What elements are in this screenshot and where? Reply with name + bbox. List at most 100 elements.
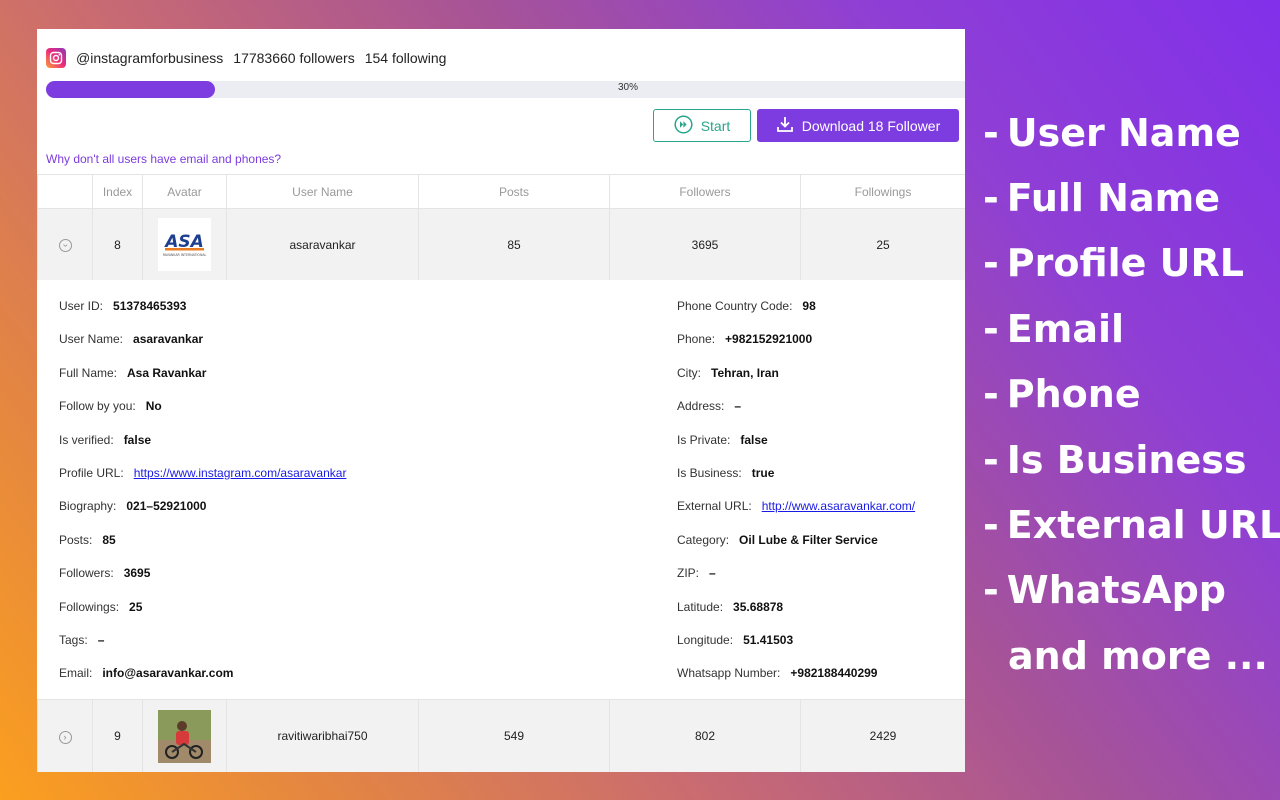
feature-text: and more ... <box>1008 633 1268 678</box>
detail-label: Followings: <box>59 599 120 614</box>
feature-item: - Is Business <box>983 427 1280 492</box>
detail-label: Latitude: <box>677 599 724 614</box>
detail-value: 98 <box>802 299 816 313</box>
detail-field: Biography: 021–52921000 <box>59 499 346 532</box>
feature-bullet: - <box>983 241 999 286</box>
feature-item: - Full Name <box>983 165 1280 230</box>
profile-bar: @instagramforbusiness 17783660 followers… <box>46 48 446 68</box>
avatar-cell: ASA RAVANKAR INTERNATIONAL <box>142 208 227 281</box>
table-row[interactable]: › 8 ASA RAVANKAR INTERNATIONAL asaravank… <box>37 208 965 281</box>
column-header-expand <box>37 174 93 209</box>
posts-cell: 85 <box>418 208 610 281</box>
detail-field: Category: Oil Lube & Filter Service <box>677 533 915 566</box>
index-cell: 9 <box>92 699 143 772</box>
feature-bullet: - <box>983 110 999 155</box>
detail-label: Phone Country Code: <box>677 299 793 313</box>
chevron-circle-icon[interactable]: › <box>58 730 72 744</box>
detail-value: true <box>751 465 775 480</box>
detail-label: User ID: <box>59 299 104 313</box>
row-toggle-cell[interactable]: › <box>37 699 93 772</box>
followers-table-continued: › 9 ravitiwaribhai750 549 802 2429 <box>37 699 965 772</box>
detail-value: info@asaravankar.com <box>102 666 234 681</box>
followers-cell: 802 <box>609 699 801 772</box>
detail-value: Oil Lube & Filter Service <box>739 532 878 547</box>
detail-field: Follow by you: No <box>59 399 346 432</box>
avatar-cell <box>142 699 227 772</box>
feature-text: Full Name <box>1006 176 1220 221</box>
chevron-circle-icon[interactable]: › <box>58 239 72 252</box>
account-following: 154 following <box>364 50 447 66</box>
followings-cell: 25 <box>800 208 965 281</box>
instagram-icon <box>46 48 66 68</box>
detail-field: Followers: 3695 <box>59 566 346 599</box>
column-header-followers[interactable]: Followers <box>609 174 801 209</box>
detail-field: ZIP: – <box>677 566 915 599</box>
detail-label: Followers: <box>59 566 114 581</box>
detail-label: Tags: <box>59 632 88 647</box>
feature-item: - User Name <box>983 100 1280 165</box>
detail-field: Tags: – <box>59 633 346 666</box>
column-header-posts[interactable]: Posts <box>418 174 610 209</box>
detail-value: No <box>145 399 162 414</box>
column-header-avatar[interactable]: Avatar <box>142 174 227 209</box>
details-left-column: User ID: 51378465393 User Name: asaravankar… <box>59 299 346 700</box>
detail-value: – <box>97 632 105 647</box>
detail-field: Profile URL: https://www.instagram.com/as… <box>59 466 346 499</box>
progress-fill <box>46 81 216 98</box>
start-button[interactable]: Start <box>653 109 751 142</box>
index-cell: 8 <box>92 208 143 281</box>
detail-field: User ID: 51378465393 <box>59 299 346 332</box>
row-toggle-cell[interactable]: › <box>37 208 93 281</box>
username-cell: ravitiwaribhai750 <box>226 699 419 772</box>
detail-field: Is Private: false <box>677 433 915 466</box>
detail-label: Is Business: <box>677 465 742 480</box>
feature-text: WhatsApp <box>1006 568 1226 613</box>
followers-table: Index Avatar User Name Posts Followers F… <box>37 174 965 281</box>
feature-text: Profile URL <box>1006 241 1245 286</box>
detail-value: Tehran, Iran <box>711 365 779 380</box>
feature-item: - Profile URL <box>983 231 1280 296</box>
feature-text: User Name <box>1006 110 1241 155</box>
detail-field: Followings: 25 <box>59 600 346 633</box>
detail-value: 51378465393 <box>113 299 187 313</box>
detail-value: 35.68878 <box>733 599 784 614</box>
column-header-index[interactable]: Index <box>92 174 143 209</box>
followings-cell: 2429 <box>800 699 965 772</box>
feature-list: - User Name - Full Name - Profile URL - Email - P… <box>983 100 1280 689</box>
account-followers: 17783660 followers <box>233 50 355 66</box>
download-followers-button[interactable]: Download 18 Follower <box>757 109 959 142</box>
feature-item: - WhatsApp <box>983 558 1280 623</box>
detail-field: Whatsapp Number: +982188440299 <box>677 666 915 699</box>
feature-bullet: - <box>983 437 999 482</box>
download-button-label: Download 18 Follower <box>801 117 941 134</box>
detail-value: 021–52921000 <box>126 499 207 514</box>
detail-label: ZIP: <box>677 566 700 581</box>
detail-label: User Name: <box>59 332 124 347</box>
detail-field: User Name: asaravankar <box>59 332 346 365</box>
feature-bullet: - <box>983 372 999 417</box>
detail-field: Full Name: Asa Ravankar <box>59 366 346 399</box>
detail-value: 85 <box>102 532 116 547</box>
feature-item: - External URL <box>983 492 1280 557</box>
extension-panel: @instagramforbusiness 17783660 followers… <box>37 29 965 772</box>
detail-field: Is verified: false <box>59 433 346 466</box>
expanded-details: User ID: 51378465393 User Name: asaravankar… <box>37 280 965 700</box>
avatar: ASA RAVANKAR INTERNATIONAL <box>158 218 211 271</box>
detail-label: Is verified: <box>59 432 114 447</box>
avatar <box>158 709 211 763</box>
detail-label: External URL: <box>677 499 752 514</box>
detail-label: Email: <box>59 666 93 681</box>
detail-link[interactable]: http://www.asaravankar.com/ <box>762 499 915 513</box>
detail-value: 3695 <box>123 566 151 581</box>
column-header-followings[interactable]: Followings <box>800 174 965 209</box>
feature-bullet: - <box>983 176 999 221</box>
column-header-username[interactable]: User Name <box>226 174 419 209</box>
email-phone-help-link[interactable]: Why don't all users have email and phone… <box>46 152 281 166</box>
detail-label: Phone: <box>677 332 716 347</box>
detail-label: Category: <box>677 532 730 547</box>
detail-value: – <box>709 566 716 581</box>
details-right-column: Phone Country Code: 98 Phone: +982152921000… <box>677 299 915 700</box>
table-header-row: Index Avatar User Name Posts Followers F… <box>37 174 965 209</box>
table-row[interactable]: › 9 ravitiwaribhai750 549 802 2429 <box>37 699 965 772</box>
detail-link[interactable]: https://www.instagram.com/asaravankar <box>134 466 347 480</box>
